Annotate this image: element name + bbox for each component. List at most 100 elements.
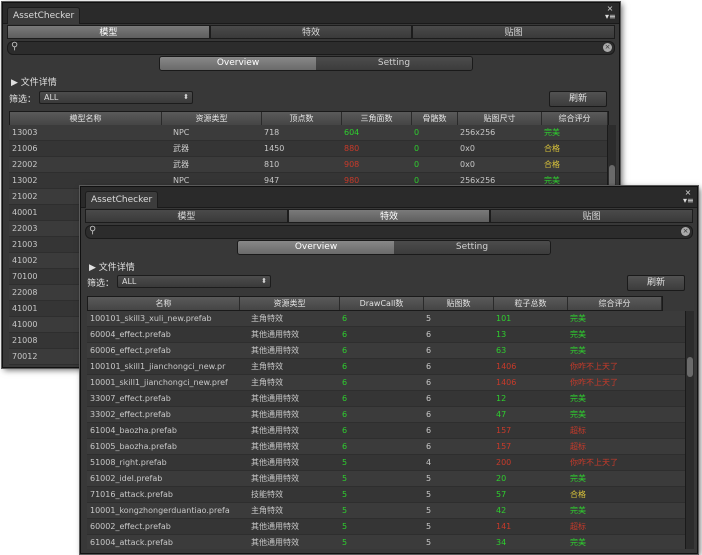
table-row[interactable]: 13003 NPC 718 604 0 256x256 完美 [9, 125, 607, 141]
table-cell: 4 [426, 458, 432, 467]
tab-effect[interactable]: 特效 [287, 209, 491, 223]
window-tab[interactable]: AssetChecker [7, 7, 81, 24]
table-cell: 61005_baozha.prefab [90, 442, 177, 451]
table-cell: 6 [426, 362, 432, 371]
table-cell: 技能特效 [251, 490, 283, 499]
search-input[interactable]: ⚲ × [7, 41, 615, 55]
table-cell: 超标 [570, 522, 586, 531]
table-cell: NPC [173, 128, 190, 137]
table-row[interactable]: 22002 武器 810 908 0 0x0 合格 [9, 157, 607, 173]
table-row[interactable]: 51008_right.prefab 其他通用特效 5 4 200 你咋不上天了 [87, 455, 685, 471]
table-cell: 0 [414, 144, 420, 153]
refresh-button[interactable]: 刷新 [549, 91, 607, 107]
table-cell: 完美 [570, 314, 586, 323]
window-tab[interactable]: AssetChecker [85, 191, 159, 208]
column-header[interactable]: 粒子总数 [494, 297, 568, 310]
table-row[interactable]: 10001_skill1_jianchongci_new.pref 主角特效 6 6 1… [87, 375, 685, 391]
table-row[interactable]: 33007_effect.prefab 其他通用特效 6 6 12 完美 [87, 391, 685, 407]
table-cell: 6 [426, 330, 432, 339]
column-header[interactable]: 骨骼数 [412, 112, 458, 125]
table-row[interactable]: 21006 武器 1450 880 0 0x0 合格 [9, 141, 607, 157]
column-header[interactable]: 名称 [88, 297, 240, 310]
table-cell: 合格 [544, 160, 560, 169]
column-header[interactable]: 贴图尺寸 [458, 112, 542, 125]
table-cell: 5 [426, 314, 432, 323]
table-cell: 6 [426, 426, 432, 435]
table-row[interactable]: 60004_effect.prefab 其他通用特效 6 6 13 完美 [87, 327, 685, 343]
table-cell: 6 [426, 378, 432, 387]
table-cell: 5 [342, 474, 348, 483]
table-cell: 你咋不上天了 [570, 458, 618, 467]
table-row[interactable]: 71016_attack.prefab 技能特效 5 5 57 合格 [87, 487, 685, 503]
chevron-down-icon: ⬍ [183, 93, 189, 101]
file-details-foldout[interactable]: ▶ 文件详情 [89, 260, 135, 273]
tab-model[interactable]: 模型 [7, 25, 210, 39]
table-cell: 合格 [570, 490, 586, 499]
tab-model[interactable]: 模型 [85, 209, 288, 223]
clear-search-icon[interactable]: × [681, 227, 690, 236]
column-header[interactable]: DrawCall数 [340, 297, 424, 310]
table-cell: 141 [496, 522, 512, 531]
table-cell: 60002_effect.prefab [90, 522, 171, 531]
tab-texture[interactable]: 贴图 [490, 209, 694, 223]
table-row[interactable]: 61002_idel.prefab 其他通用特效 5 5 20 完美 [87, 471, 685, 487]
table-cell: 主角特效 [251, 362, 283, 371]
column-header[interactable]: 资源类型 [162, 112, 262, 125]
table-row[interactable]: 61005_baozha.prefab 其他通用特效 6 6 157 超标 [87, 439, 685, 455]
table-cell: 5 [342, 506, 348, 515]
table-cell: 5 [426, 474, 432, 483]
category-toolbar: 模型 特效 贴图 [85, 209, 694, 223]
table-cell: 33007_effect.prefab [90, 394, 171, 403]
table-scrollbar[interactable] [685, 311, 694, 549]
scrollbar-thumb[interactable] [609, 165, 615, 187]
filter-dropdown-value: ALL [122, 277, 137, 286]
window-menu-icon[interactable]: × ▾≡ [683, 189, 694, 205]
table-cell: 其他通用特效 [251, 474, 299, 483]
file-details-foldout[interactable]: ▶ 文件详情 [11, 75, 57, 88]
tab-texture[interactable]: 贴图 [412, 25, 616, 39]
tab-effect[interactable]: 特效 [209, 25, 413, 39]
table-cell: 5 [426, 522, 432, 531]
tab-overview[interactable]: Overview [160, 57, 316, 70]
table-row[interactable]: 100101_skill3_xuli_new.prefab 主角特效 6 5 101 完美 [87, 311, 685, 327]
table-row[interactable]: 60006_effect.prefab 其他通用特效 6 6 63 完美 [87, 343, 685, 359]
table-cell: 6 [342, 362, 348, 371]
column-header[interactable]: 模型名称 [10, 112, 162, 125]
refresh-button[interactable]: 刷新 [627, 275, 685, 291]
column-header[interactable]: 三角面数 [342, 112, 412, 125]
column-header[interactable]: 顶点数 [262, 112, 342, 125]
scrollbar-thumb[interactable] [687, 357, 693, 377]
table-cell: 1406 [496, 362, 517, 371]
table-header: 模型名称 资源类型 顶点数 三角面数 骨骼数 贴图尺寸 综合评分 [9, 111, 609, 126]
table-row[interactable]: 61004_baozha.prefab 其他通用特效 6 6 157 超标 [87, 423, 685, 439]
table-cell: 6 [342, 426, 348, 435]
table-row[interactable]: 60002_effect.prefab 其他通用特效 5 5 141 超标 [87, 519, 685, 535]
column-header[interactable]: 贴图数 [424, 297, 494, 310]
filter-dropdown[interactable]: ALL ⬍ [117, 275, 271, 288]
clear-search-icon[interactable]: × [603, 43, 612, 52]
window-titlebar: AssetChecker × ▾≡ [81, 187, 697, 208]
search-input[interactable]: ⚲ × [85, 225, 693, 239]
table-cell: 主角特效 [251, 378, 283, 387]
table-cell: 10001_skill1_jianchongci_new.pref [90, 378, 228, 387]
filter-dropdown[interactable]: ALL ⬍ [39, 91, 193, 104]
column-header[interactable]: 综合评分 [542, 112, 608, 125]
table-row[interactable]: 100101_skill1_jianchongci_new.pr 主角特效 6 6 14… [87, 359, 685, 375]
table-row[interactable]: 10001_kongzhongerduantiao.prefa 主角特效 5 5 42 完… [87, 503, 685, 519]
window-titlebar: AssetChecker × ▾≡ [3, 3, 619, 24]
table-cell: 5 [342, 490, 348, 499]
column-header[interactable]: 综合评分 [568, 297, 662, 310]
table-row[interactable]: 33002_effect.prefab 其他通用特效 6 6 47 完美 [87, 407, 685, 423]
table-cell: 1450 [264, 144, 285, 153]
window-menu-icon[interactable]: × ▾≡ [605, 5, 616, 21]
table-cell: 5 [426, 538, 432, 547]
column-header[interactable]: 资源类型 [240, 297, 340, 310]
tab-overview[interactable]: Overview [238, 241, 394, 254]
table-cell: 完美 [570, 346, 586, 355]
table-cell: 61004_attack.prefab [90, 538, 174, 547]
table-cell: 101 [496, 314, 512, 323]
tab-setting[interactable]: Setting [316, 57, 472, 70]
table-cell: 200 [496, 458, 512, 467]
tab-setting[interactable]: Setting [394, 241, 550, 254]
table-row[interactable]: 61004_attack.prefab 其他通用特效 5 5 34 完美 [87, 535, 685, 549]
